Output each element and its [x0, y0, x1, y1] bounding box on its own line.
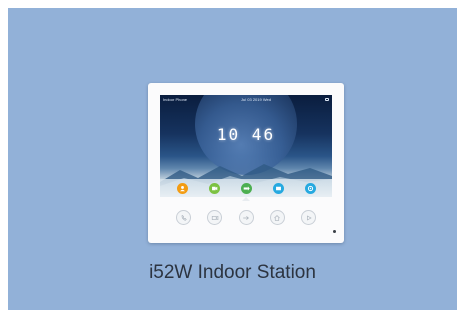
- hardware-buttons: [176, 209, 316, 226]
- device-screen: Indoor Phone Jul 03 2019 Wed 10 46: [160, 95, 332, 197]
- status-label: Indoor Phone: [163, 97, 188, 102]
- product-caption: i52W Indoor Station: [149, 262, 316, 283]
- talk-icon[interactable]: [301, 210, 316, 225]
- status-bar: Indoor Phone Jul 03 2019 Wed: [160, 95, 332, 104]
- call-icon[interactable]: [176, 210, 191, 225]
- unlock-icon[interactable]: [238, 210, 254, 225]
- status-date: Jul 03 2019 Wed: [241, 97, 271, 102]
- status-icons: [324, 98, 329, 101]
- battery-icon: [324, 98, 329, 101]
- status-led: [333, 230, 336, 233]
- settings-icon[interactable]: [304, 182, 316, 194]
- message-icon[interactable]: [272, 182, 284, 194]
- home-icon[interactable]: [269, 210, 285, 225]
- app-dock: [160, 179, 332, 197]
- screen-pointer: [242, 197, 250, 201]
- monitor-icon[interactable]: [208, 182, 220, 194]
- contacts-icon[interactable]: [176, 182, 188, 194]
- monitor-icon[interactable]: [207, 210, 223, 225]
- unlock-icon[interactable]: [240, 182, 252, 194]
- indoor-station-device: Indoor Phone Jul 03 2019 Wed 10 46: [148, 83, 344, 243]
- clock-display: 10 46: [216, 125, 276, 144]
